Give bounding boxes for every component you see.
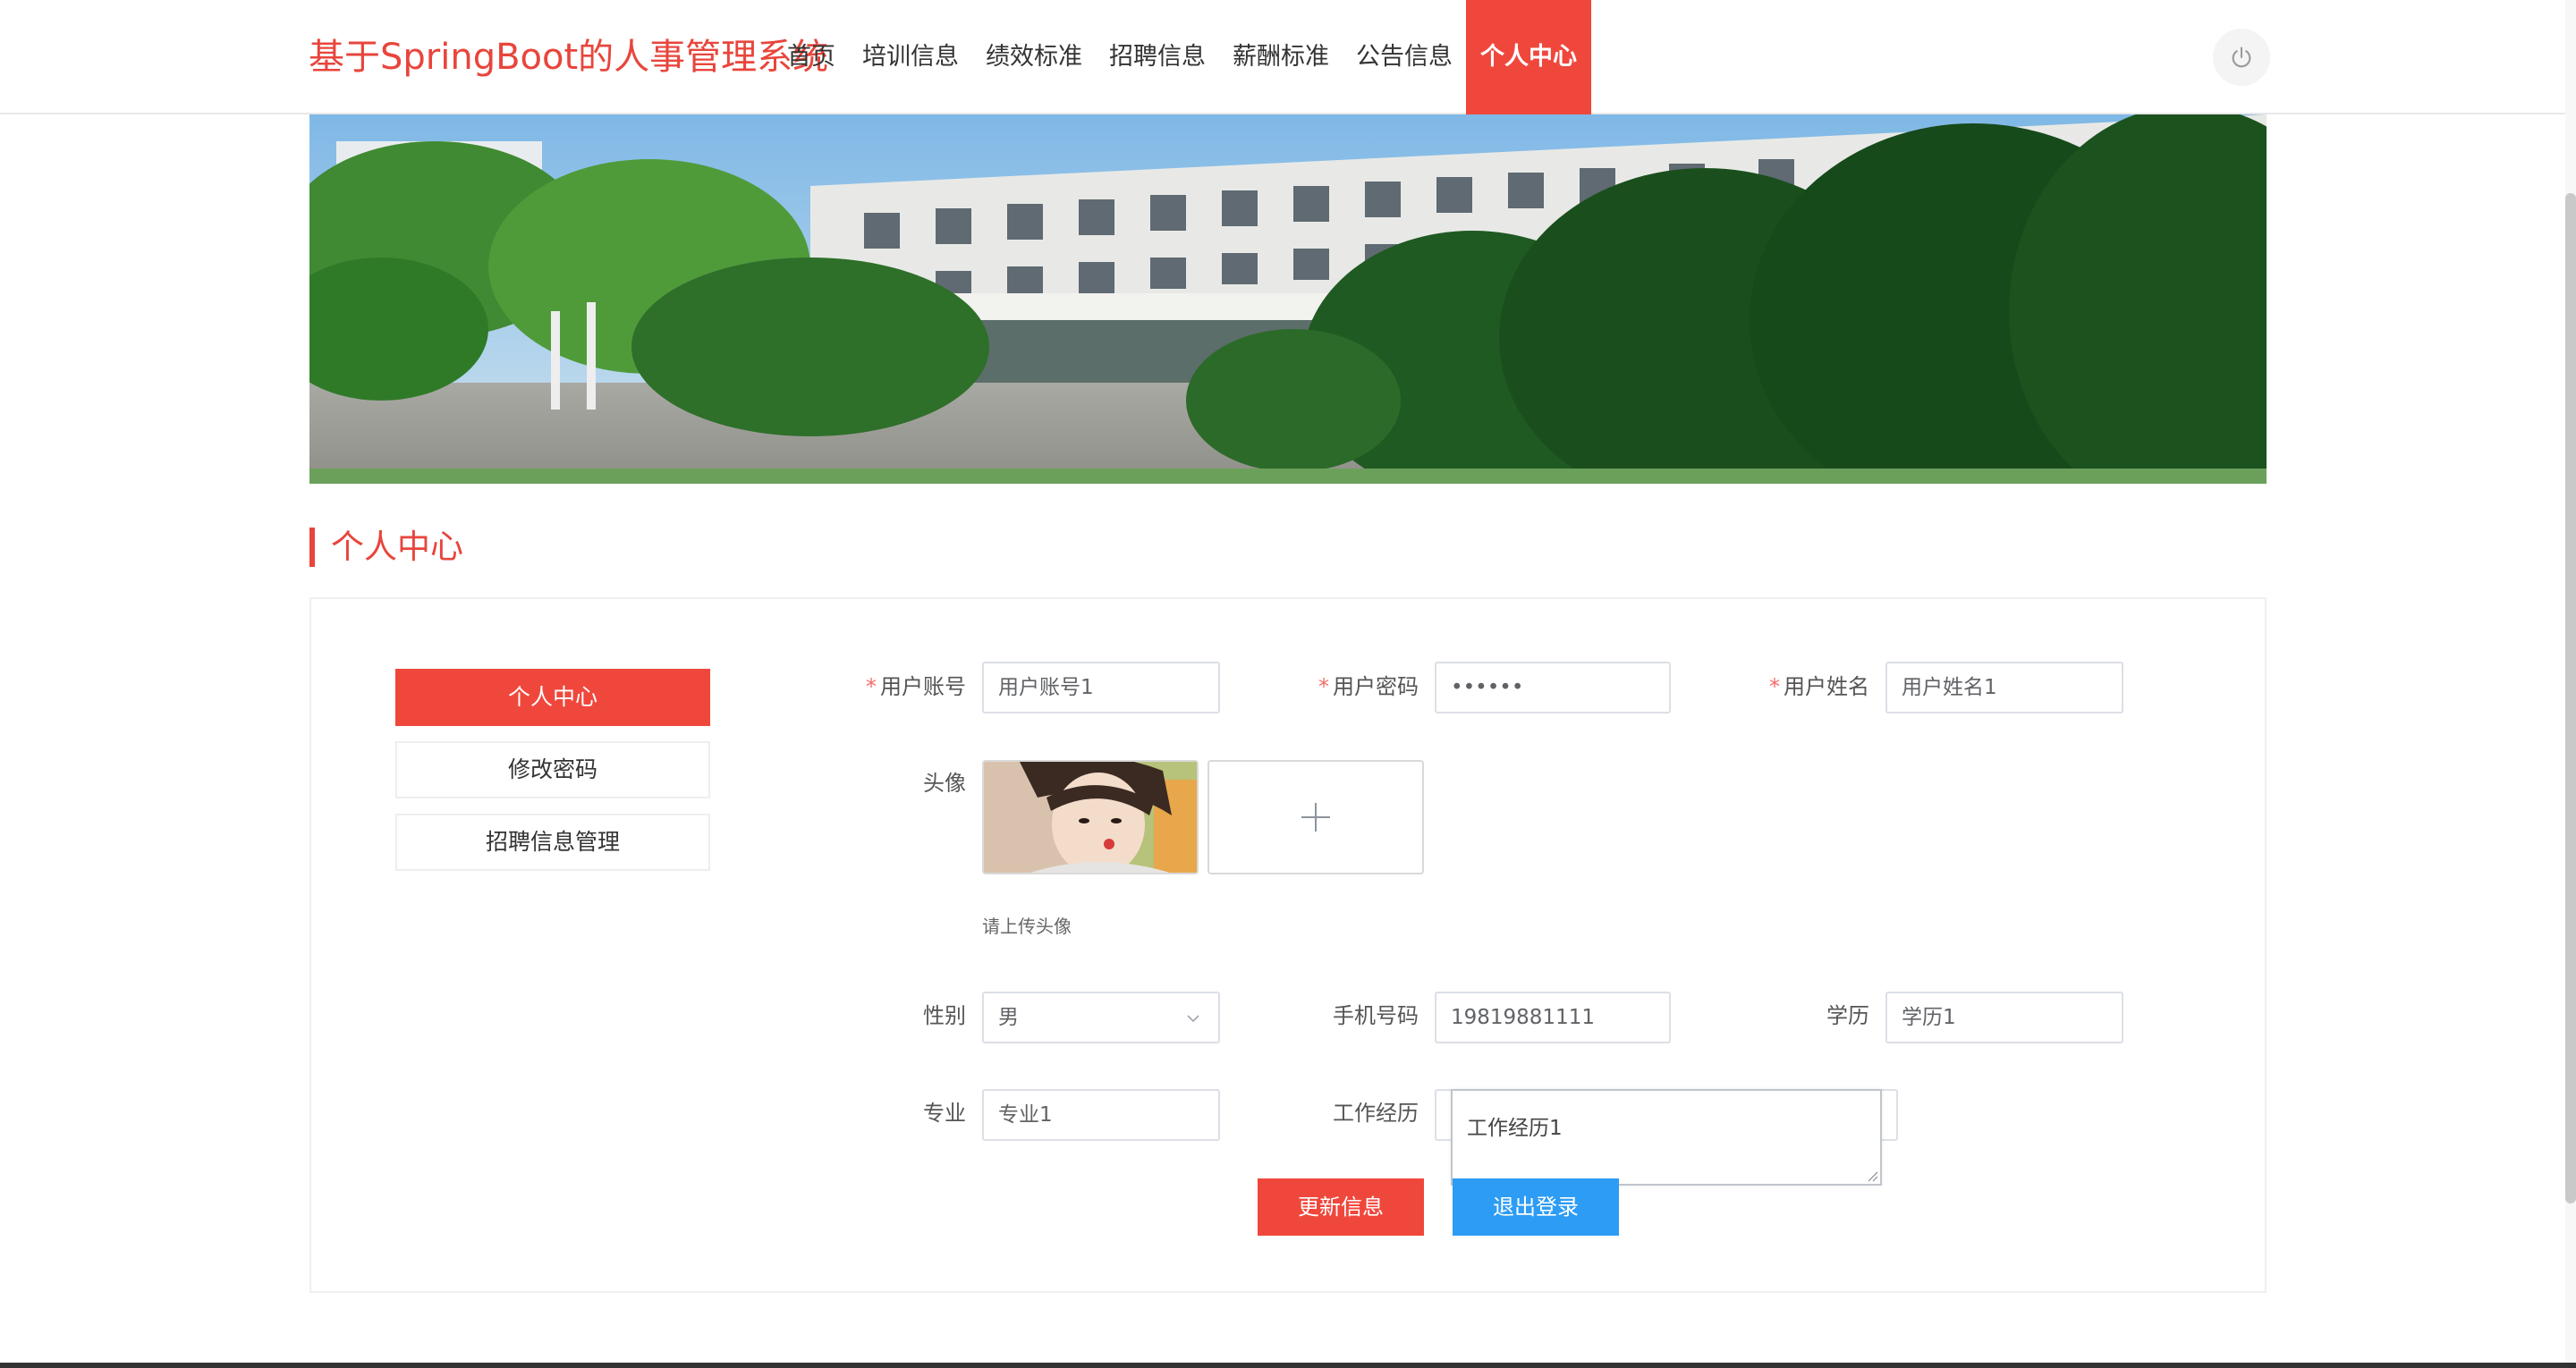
logout-power-button[interactable] [2213, 29, 2270, 86]
footer-edge [0, 1363, 2576, 1368]
avatar-label: 头像 [923, 771, 966, 796]
experience-textarea-value: 工作经历1 [1467, 1117, 1563, 1140]
app-brand-title: 基于SpringBoot的人事管理系统 [309, 37, 829, 78]
nav-item-personal-center[interactable]: 个人中心 [1466, 0, 1591, 114]
avatar-image[interactable] [982, 760, 1199, 874]
avatar-upload-button[interactable] [1208, 760, 1424, 874]
phone-input[interactable]: 19819881111 [1435, 992, 1671, 1043]
education-input[interactable]: 学历1 [1885, 992, 2123, 1043]
logout-button[interactable]: 退出登录 [1453, 1178, 1619, 1236]
sidebar-item-recruitment-management[interactable]: 招聘信息管理 [395, 814, 710, 871]
nav-item-performance[interactable]: 绩效标准 [972, 0, 1096, 114]
nav-item-training[interactable]: 培训信息 [849, 0, 972, 114]
gender-label: 性别 [923, 1003, 966, 1028]
experience-textarea[interactable]: 工作经历1 [1451, 1089, 1882, 1186]
nav-item-salary[interactable]: 薪酬标准 [1219, 0, 1343, 114]
account-label: * 用户账号 [866, 674, 966, 699]
name-input[interactable]: 用户姓名1 [1885, 662, 2123, 714]
power-icon [2232, 46, 2251, 68]
chevron-down-icon [1187, 1015, 1199, 1023]
nav-item-notice[interactable]: 公告信息 [1343, 0, 1466, 114]
resize-handle-icon[interactable] [1866, 1170, 1878, 1182]
scrollbar-thumb[interactable] [2565, 193, 2576, 1203]
gender-select[interactable]: 男 [982, 992, 1220, 1043]
sidebar-item-personal-center[interactable]: 个人中心 [395, 669, 710, 726]
plus-icon [1301, 803, 1330, 832]
update-info-button[interactable]: 更新信息 [1258, 1178, 1424, 1236]
page-title: 个人中心 [309, 528, 463, 567]
major-input[interactable]: 专业1 [982, 1089, 1220, 1141]
name-label: * 用户姓名 [1769, 674, 1869, 699]
major-label: 专业 [923, 1101, 966, 1126]
avatar-upload-hint: 请上传头像 [982, 916, 1072, 937]
banner-image [309, 114, 2267, 484]
top-header: 基于SpringBoot的人事管理系统 首页 培训信息 绩效标准 招聘信息 薪酬… [0, 0, 2576, 114]
main-nav: 首页 培训信息 绩效标准 招聘信息 薪酬标准 公告信息 个人中心 [787, 0, 1591, 114]
education-label: 学历 [1826, 1003, 1869, 1028]
nav-item-recruitment[interactable]: 招聘信息 [1096, 0, 1219, 114]
gender-select-value: 男 [998, 1006, 1019, 1029]
page-root: 基于SpringBoot的人事管理系统 首页 培训信息 绩效标准 招聘信息 薪酬… [0, 0, 2576, 1368]
password-input[interactable]: •••••• [1435, 662, 1671, 714]
account-input[interactable]: 用户账号1 [982, 662, 1220, 714]
nav-item-home[interactable]: 首页 [787, 0, 849, 114]
experience-label: 工作经历 [1333, 1101, 1419, 1126]
sidebar-item-change-password[interactable]: 修改密码 [395, 741, 710, 798]
password-label: * 用户密码 [1318, 674, 1419, 699]
phone-label: 手机号码 [1333, 1003, 1419, 1028]
